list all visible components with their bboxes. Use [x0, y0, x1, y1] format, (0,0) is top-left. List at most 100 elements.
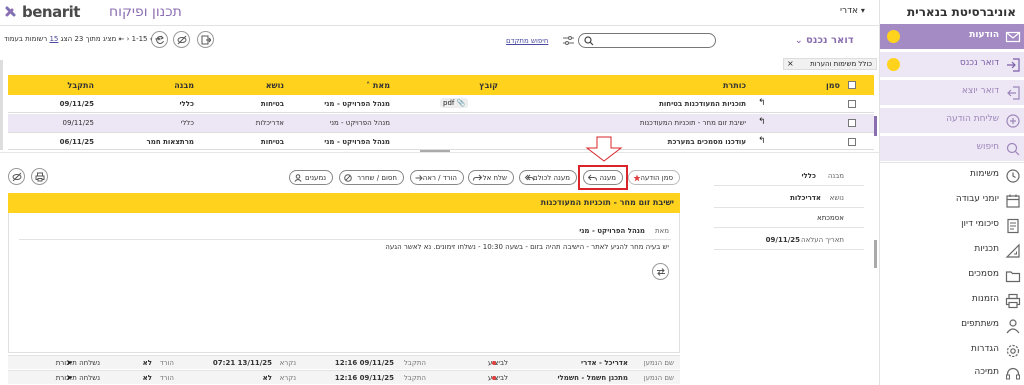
reminder-label[interactable]: נשלחה תזכורת	[56, 374, 100, 382]
lock-unlock-button[interactable]: חסום / שחרר	[339, 170, 404, 185]
user-menu[interactable]: ▾ אדרי	[840, 6, 865, 16]
pager-first-icon[interactable]: ⇤	[118, 35, 124, 43]
page-size-select[interactable]: 15	[49, 35, 58, 43]
col-from-label: מאת	[372, 81, 390, 90]
outbox-icon	[1007, 86, 1020, 100]
sidebar-item-support[interactable]: תמיכה	[880, 361, 1024, 385]
col-subject[interactable]: נושא	[266, 81, 284, 90]
hide-button[interactable]	[173, 31, 190, 48]
translate-button[interactable]	[652, 263, 669, 280]
pager-total: מתוך 23	[74, 35, 101, 43]
close-icon[interactable]: ×	[787, 59, 794, 68]
sidebar-item-meeting-summaries[interactable]: סיכומי דיון	[880, 213, 1024, 238]
include-tasks-chip[interactable]: כולל משימות והערות ×	[783, 58, 877, 70]
recipient-name: מתכנן חשמל - חשמלי	[557, 374, 629, 382]
header-divider	[0, 25, 879, 26]
reminder-label[interactable]: נשלחה תזכורת	[56, 359, 100, 367]
sidebar-item-inbox[interactable]: דואר נכנס	[880, 52, 1024, 77]
mark-message-button[interactable]: סמן הודעה	[628, 170, 680, 185]
export-button[interactable]	[197, 31, 214, 48]
university-name: אוניברסיטת בנארית	[906, 5, 1016, 19]
row-checkbox[interactable]	[848, 138, 856, 146]
col-mark[interactable]: סמן	[826, 81, 840, 90]
pager-next-icon[interactable]: ›	[150, 35, 153, 43]
inbox-in-icon	[1007, 58, 1020, 72]
pager-prefix: מציג	[102, 35, 117, 43]
sidebar-item-messages[interactable]: הודעות	[880, 24, 1024, 49]
sidebar-item-search[interactable]: חיפוש	[880, 136, 1024, 161]
col-building[interactable]: מבנה	[174, 81, 194, 90]
printer-icon	[35, 172, 45, 182]
col-title[interactable]: כותרת	[723, 81, 746, 90]
print-button[interactable]	[31, 168, 48, 185]
recipient-name-label: שם הנמען	[643, 359, 674, 367]
row-from: מנהל הפרויקט - מני	[324, 100, 390, 108]
download-value: לא	[142, 359, 152, 367]
recipient-row: שם הנמען אדריכל - אדרי לביצוע התקבל 09/1…	[8, 355, 680, 369]
pane-divider	[0, 152, 879, 153]
row-checkbox[interactable]	[848, 119, 856, 127]
pager-last-icon[interactable]: ⇥	[155, 35, 161, 43]
recipients-button[interactable]: נמענים	[289, 170, 333, 185]
row-title[interactable]: ישיבת זום מחר - תוכניות המעודכנות	[640, 119, 746, 127]
notification-dot	[887, 30, 900, 43]
row-checkbox[interactable]	[848, 100, 856, 108]
download-view-button[interactable]: הורד / ראה	[410, 170, 464, 185]
sidebar-item-orders[interactable]: הזמנות	[880, 288, 1024, 313]
sidebar-item-plans[interactable]: תכניות	[880, 238, 1024, 263]
brand-subtitle: תכנון ופיקוח	[109, 4, 182, 20]
pager-prev-icon[interactable]: ‹	[127, 35, 130, 43]
sidebar-item-outbox[interactable]: דואר יוצא	[880, 80, 1024, 105]
notes-icon	[1007, 218, 1019, 234]
row-title[interactable]: עודכנו מסמכים במערכת	[668, 138, 746, 146]
select-all-checkbox[interactable]	[848, 81, 856, 89]
sidebar-item-participants[interactable]: משתתפים	[880, 313, 1024, 338]
search-input[interactable]	[578, 33, 716, 48]
row-building: מרתצאות חמר	[146, 138, 194, 146]
inbox-title[interactable]: דואר נכנס ⌄	[795, 35, 854, 46]
message-divider	[19, 239, 671, 240]
subject-value: אדריכלות	[790, 194, 821, 202]
inbox-title-label: דואר נכנס	[806, 35, 854, 46]
envelope-icon	[1005, 31, 1021, 43]
col-file[interactable]: קובץ	[479, 81, 498, 90]
filter-sliders-icon[interactable]	[563, 36, 574, 45]
megaphone-icon[interactable]: ➤	[66, 373, 73, 382]
table-row[interactable]: ↰ תוכניות המעודכנות בטיחות pdf 📎 מנהל הפ…	[8, 95, 874, 113]
read-value: לא	[262, 374, 272, 382]
col-from[interactable]: מאת ˄	[366, 81, 390, 90]
sidebar-item-tasks[interactable]: משימות	[880, 163, 1024, 188]
reply-all-button[interactable]: מענה לכולם	[519, 170, 577, 185]
details-scrollbar[interactable]	[874, 240, 877, 268]
recipient-name: אדריכל - אדרי	[581, 359, 628, 367]
sidebar-item-settings[interactable]: הגדרות	[880, 338, 1024, 363]
recipients-label: נמענים	[305, 174, 326, 182]
forward-button[interactable]: שלח אל	[468, 170, 514, 185]
search-icon	[1006, 142, 1020, 156]
pager-range: 1-15	[131, 35, 148, 43]
paperclip-icon: 📎	[456, 99, 466, 107]
pagination: ⇥ › 1-15 ‹ ⇤ מציג מתוך 23 הצג 15 רשומות …	[4, 35, 161, 43]
row-received: 06/11/25	[59, 138, 94, 146]
details-divider	[714, 185, 864, 186]
star-icon	[633, 174, 641, 182]
megaphone-icon[interactable]: ➤	[66, 358, 73, 367]
table-row[interactable]: ↰ עודכנו מסמכים במערכת מנהל הפרויקט - מנ…	[8, 134, 874, 150]
sidebar-item-label: דואר נכנס	[959, 58, 999, 68]
sidebar-item-work-logs[interactable]: יומני עבודה	[880, 188, 1024, 213]
sidebar-item-send-message[interactable]: שליחת הודעה	[880, 108, 1024, 133]
pointer-arrow-icon	[585, 136, 623, 162]
col-received[interactable]: התקבל	[67, 81, 94, 90]
attachment-pdf[interactable]: pdf 📎	[440, 98, 469, 108]
search-icon	[584, 36, 594, 46]
table-row[interactable]: ↰ ישיבת זום מחר - תוכניות המעודכנות מנהל…	[8, 114, 874, 133]
reply-arrow-icon: ↰	[758, 117, 766, 127]
row-title[interactable]: תוכניות המעודכנות בטיחות	[659, 100, 746, 108]
include-tasks-label: כולל משימות והערות	[810, 60, 872, 68]
vertical-scrollbar[interactable]	[0, 60, 3, 150]
upload-date-label: תאריך העלאה	[801, 236, 844, 244]
advanced-search-link[interactable]: חיפוש מתקדם	[506, 37, 548, 45]
block-icon	[344, 174, 352, 182]
hide-preview-button[interactable]	[8, 168, 25, 185]
sidebar-item-documents[interactable]: מסמכים	[880, 263, 1024, 288]
